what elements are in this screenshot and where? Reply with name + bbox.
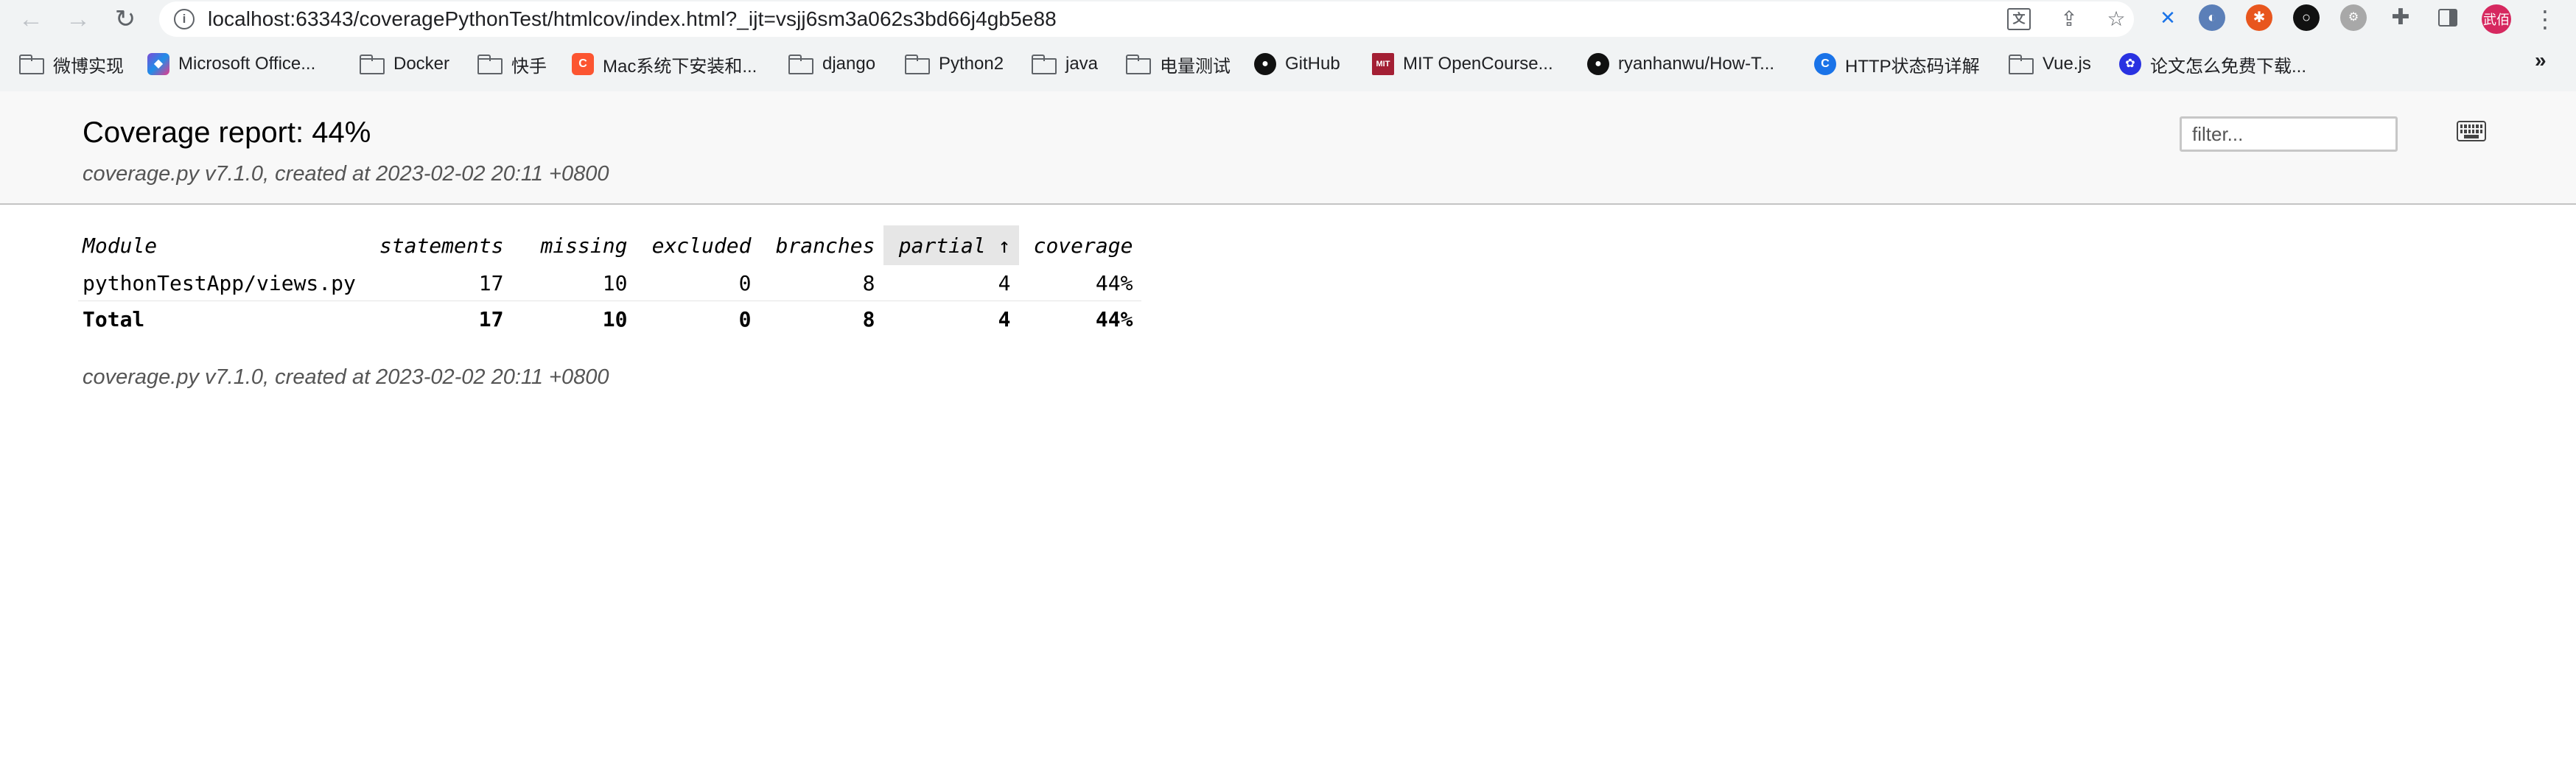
- report-header: Coverage report: 44% coverage.py v7.1.0,…: [0, 91, 2576, 205]
- folder-icon: [788, 55, 813, 74]
- bookmark-folder-kuaishou[interactable]: 快手: [477, 46, 547, 82]
- folder-icon: [360, 55, 385, 74]
- bookmark-microsoft-office[interactable]: ◆ Microsoft Office...: [147, 46, 315, 82]
- total-branches: 8: [862, 306, 875, 331]
- bookmark-folder-weibo[interactable]: 微博实现: [19, 46, 124, 82]
- missing-cell: 10: [512, 265, 637, 301]
- bookmark-label: django: [822, 54, 876, 74]
- bookmark-mac-install[interactable]: C Mac系统下安装和...: [572, 46, 757, 82]
- side-panel-icon[interactable]: [2435, 4, 2461, 31]
- bookmarks-overflow-icon[interactable]: »: [2535, 49, 2547, 72]
- bookmark-label: GitHub: [1285, 54, 1340, 74]
- forward-arrow-icon[interactable]: →: [62, 3, 94, 35]
- back-arrow-icon[interactable]: ←: [15, 3, 47, 35]
- column-header-statements[interactable]: statements: [371, 225, 513, 265]
- table-header-row: Module statements missing excluded branc…: [78, 225, 1141, 265]
- column-header-partial[interactable]: partial ↑: [883, 225, 1020, 265]
- bookmark-label: Microsoft Office...: [178, 54, 316, 74]
- bookmark-star-icon[interactable]: ☆: [2101, 4, 2131, 34]
- address-bar[interactable]: i localhost:63343/coveragePythonTest/htm…: [159, 1, 2134, 37]
- bookmark-mit-opencourseware[interactable]: MIT MIT OpenCourse...: [1372, 46, 1553, 82]
- filter-input[interactable]: [2180, 116, 2398, 152]
- report-footer: coverage.py v7.1.0, created at 2023-02-0…: [83, 365, 609, 389]
- bookmark-folder-power-test[interactable]: 电量测试: [1126, 46, 1231, 82]
- partial-cell: 4: [883, 265, 1020, 301]
- bookmark-label: 快手: [511, 56, 547, 77]
- translate-icon[interactable]: 文: [2004, 4, 2034, 34]
- github-icon: ●: [1587, 53, 1609, 75]
- bookmark-folder-vuejs[interactable]: Vue.js: [2009, 46, 2091, 82]
- total-statements: 17: [478, 306, 504, 331]
- column-header-missing[interactable]: missing: [512, 225, 636, 265]
- bookmark-folder-java[interactable]: java: [1032, 46, 1098, 82]
- browser-toolbar: ← → ↻ i localhost:63343/coveragePythonTe…: [0, 0, 2576, 91]
- folder-icon: [1126, 55, 1151, 74]
- microsoft-office-icon: ◆: [147, 53, 169, 75]
- chrome-c-icon: C: [1814, 53, 1836, 75]
- bookmark-label: MIT OpenCourse...: [1403, 54, 1553, 74]
- site-info-icon[interactable]: i: [174, 9, 195, 29]
- total-missing: 10: [602, 306, 628, 331]
- bookmark-label: Vue.js: [2043, 54, 2091, 74]
- total-row: Total 17 10 0 8 4 44%: [78, 301, 1141, 337]
- folder-icon: [477, 55, 503, 74]
- keyboard-shortcuts-icon[interactable]: [2457, 121, 2486, 141]
- total-partial: 4: [998, 306, 1011, 331]
- bookmark-label: Python2: [939, 54, 1004, 74]
- share-icon[interactable]: ⇪: [2054, 4, 2084, 34]
- compass-extension-icon[interactable]: ◐: [2199, 4, 2225, 31]
- column-header-branches[interactable]: branches: [760, 225, 883, 265]
- total-excluded: 0: [738, 306, 752, 331]
- profile-avatar[interactable]: 武佰: [2482, 4, 2511, 34]
- statements-cell: 17: [370, 265, 513, 301]
- gray-extension-icon[interactable]: ⚙: [2340, 4, 2367, 31]
- bookmark-label: java: [1065, 54, 1099, 74]
- bookmark-github[interactable]: ● GitHub: [1254, 46, 1340, 82]
- kebab-menu-icon[interactable]: ⋮: [2533, 4, 2557, 34]
- baidu-icon: ✿: [2119, 53, 2141, 75]
- bookmark-folder-django[interactable]: django: [788, 46, 875, 82]
- excluded-cell: 0: [636, 265, 760, 301]
- bookmark-label: 电量测试: [1160, 56, 1231, 77]
- coverage-table: Module statements missing excluded branc…: [78, 225, 1142, 337]
- table-row[interactable]: pythonTestApp/views.py 17 10 0 8 4 44%: [78, 265, 1142, 301]
- folder-icon: [19, 55, 44, 74]
- folder-icon: [1032, 55, 1057, 74]
- bookmark-how-to[interactable]: ● ryanhanwu/How-T...: [1587, 46, 1774, 82]
- total-coverage: 44%: [1095, 306, 1133, 331]
- folder-icon: [2009, 55, 2034, 74]
- bookmark-label: HTTP状态码详解: [1845, 56, 1980, 77]
- bookmark-paper-download[interactable]: ✿ 论文怎么免费下载...: [2119, 46, 2306, 82]
- column-header-excluded[interactable]: excluded: [636, 225, 760, 265]
- folder-icon: [905, 55, 930, 74]
- bookmarks-bar: 微博实现 ◆ Microsoft Office... Docker 快手 C M…: [0, 46, 2576, 82]
- circle-extension-icon[interactable]: ○: [2293, 4, 2320, 31]
- bookmark-label: 论文怎么免费下载...: [2150, 56, 2307, 77]
- bookmark-folder-python2[interactable]: Python2: [905, 46, 1004, 82]
- bookmark-http-status[interactable]: C HTTP状态码详解: [1814, 46, 1980, 82]
- bookmark-label: ryanhanwu/How-T...: [1618, 54, 1775, 74]
- page-title: Coverage report: 44%: [83, 116, 371, 149]
- bookmark-folder-docker[interactable]: Docker: [360, 46, 449, 82]
- total-label: Total: [83, 306, 145, 331]
- x-extension-icon[interactable]: ✕: [2155, 4, 2181, 31]
- branches-cell: 8: [760, 265, 884, 301]
- column-header-coverage[interactable]: coverage: [1019, 225, 1141, 265]
- csdn-icon: C: [572, 53, 594, 75]
- orange-extension-icon[interactable]: ✱: [2246, 4, 2272, 31]
- column-header-module[interactable]: Module: [78, 225, 371, 265]
- url-text[interactable]: localhost:63343/coveragePythonTest/htmlc…: [208, 7, 1057, 31]
- reload-icon[interactable]: ↻: [109, 3, 141, 35]
- github-icon: ●: [1254, 53, 1276, 75]
- puzzle-extensions-icon[interactable]: ✚: [2387, 4, 2414, 31]
- bookmark-label: Docker: [393, 54, 450, 74]
- report-subtitle: coverage.py v7.1.0, created at 2023-02-0…: [83, 162, 609, 186]
- bookmark-label: 微博实现: [53, 56, 124, 77]
- bookmark-label: Mac系统下安装和...: [603, 56, 757, 77]
- mit-ocw-icon: MIT: [1372, 53, 1394, 75]
- module-link[interactable]: pythonTestApp/views.py: [78, 265, 371, 301]
- coverage-cell: 44%: [1019, 265, 1142, 301]
